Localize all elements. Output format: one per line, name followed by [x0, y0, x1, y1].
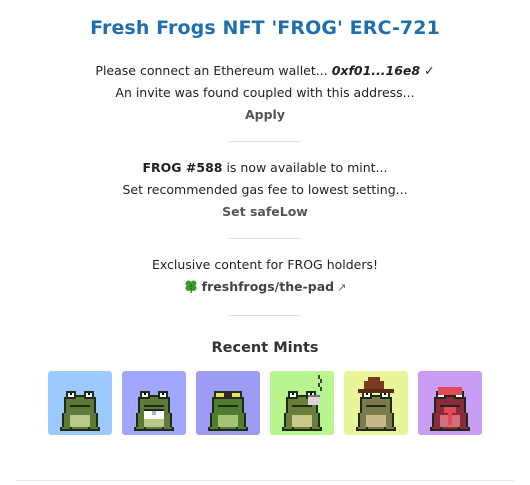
the-pad-label: freshfrogs/the-pad: [201, 279, 335, 294]
frog-tile[interactable]: [48, 371, 112, 435]
frog-tile[interactable]: [270, 371, 334, 435]
wallet-line: Please connect an Ethereum wallet... 0xf…: [0, 60, 530, 82]
exclusive-text: Exclusive content for FROG holders!: [151, 257, 379, 272]
frog-tile[interactable]: [122, 371, 186, 435]
wallet-address[interactable]: 0xf01...16e8: [332, 63, 420, 78]
invite-text: An invite was found coupled with this ad…: [115, 85, 415, 100]
divider: [229, 238, 301, 239]
frog-tile[interactable]: [418, 371, 482, 435]
wallet-section: Please connect an Ethereum wallet... 0xf…: [0, 60, 530, 126]
mint-status: is now available to mint...: [222, 160, 388, 175]
the-pad-link[interactable]: freshfrogs/the-pad ↗: [0, 276, 530, 300]
exclusive-section: Exclusive content for FROG holders! fres…: [0, 254, 530, 300]
check-icon: ✓: [424, 63, 435, 78]
frog-icon: [356, 377, 396, 431]
recent-mints-grid: [0, 371, 530, 435]
divider: [229, 315, 301, 316]
set-safelow-button[interactable]: Set safeLow: [0, 201, 530, 223]
mint-section: FROG #588 is now available to mint... Se…: [0, 157, 530, 223]
recent-mints-section: Recent Mints: [0, 331, 530, 435]
mint-token: FROG #588: [142, 160, 223, 175]
frog-tile[interactable]: [344, 371, 408, 435]
external-link-icon: ↗: [337, 281, 347, 294]
frog-icon: [208, 391, 248, 431]
divider: [229, 141, 301, 142]
clover-icon: [184, 278, 198, 300]
gas-note: Set recommended gas fee to lowest settin…: [122, 182, 408, 197]
wallet-prompt: Please connect an Ethereum wallet...: [95, 63, 328, 78]
recent-mints-title: Recent Mints: [211, 340, 319, 356]
frog-icon: [282, 375, 322, 431]
frog-tile[interactable]: [196, 371, 260, 435]
apply-button[interactable]: Apply: [0, 104, 530, 126]
page: Fresh Frogs NFT 'FROG' ERC-721 Please co…: [0, 0, 530, 435]
divider: [16, 480, 514, 481]
mint-status-line: FROG #588 is now available to mint...: [0, 157, 530, 179]
page-title: Fresh Frogs NFT 'FROG' ERC-721: [90, 17, 440, 39]
frog-icon: [134, 391, 174, 431]
frog-icon: [60, 391, 100, 431]
frog-icon: [430, 387, 470, 431]
